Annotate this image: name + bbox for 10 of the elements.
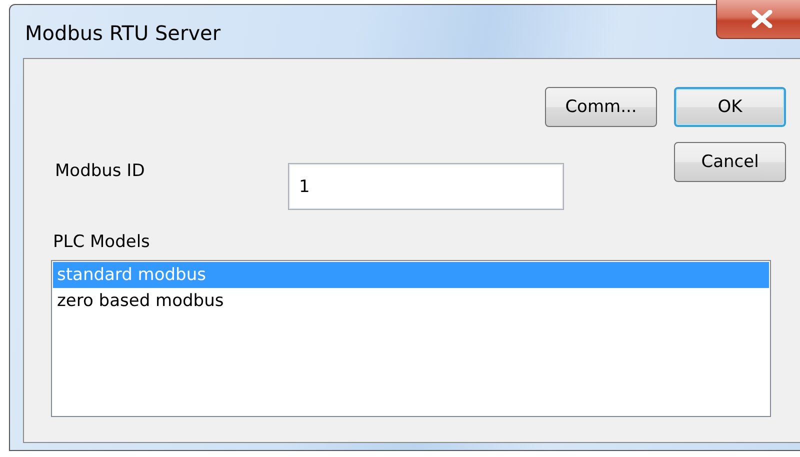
close-button[interactable]: [716, 0, 800, 39]
dialog-button[interactable]: Comm...: [545, 87, 657, 127]
modbus-id-field[interactable]: 1: [288, 163, 564, 210]
dialog-button[interactable]: Cancel: [674, 142, 786, 182]
window-title: Modbus RTU Server: [25, 21, 221, 45]
field-label: Modbus ID: [55, 161, 146, 183]
close-icon: [751, 10, 773, 28]
dialog-button[interactable]: OK: [674, 87, 786, 127]
list-label: PLC Models: [53, 232, 150, 252]
list-item[interactable]: zero based modbus: [53, 288, 769, 314]
